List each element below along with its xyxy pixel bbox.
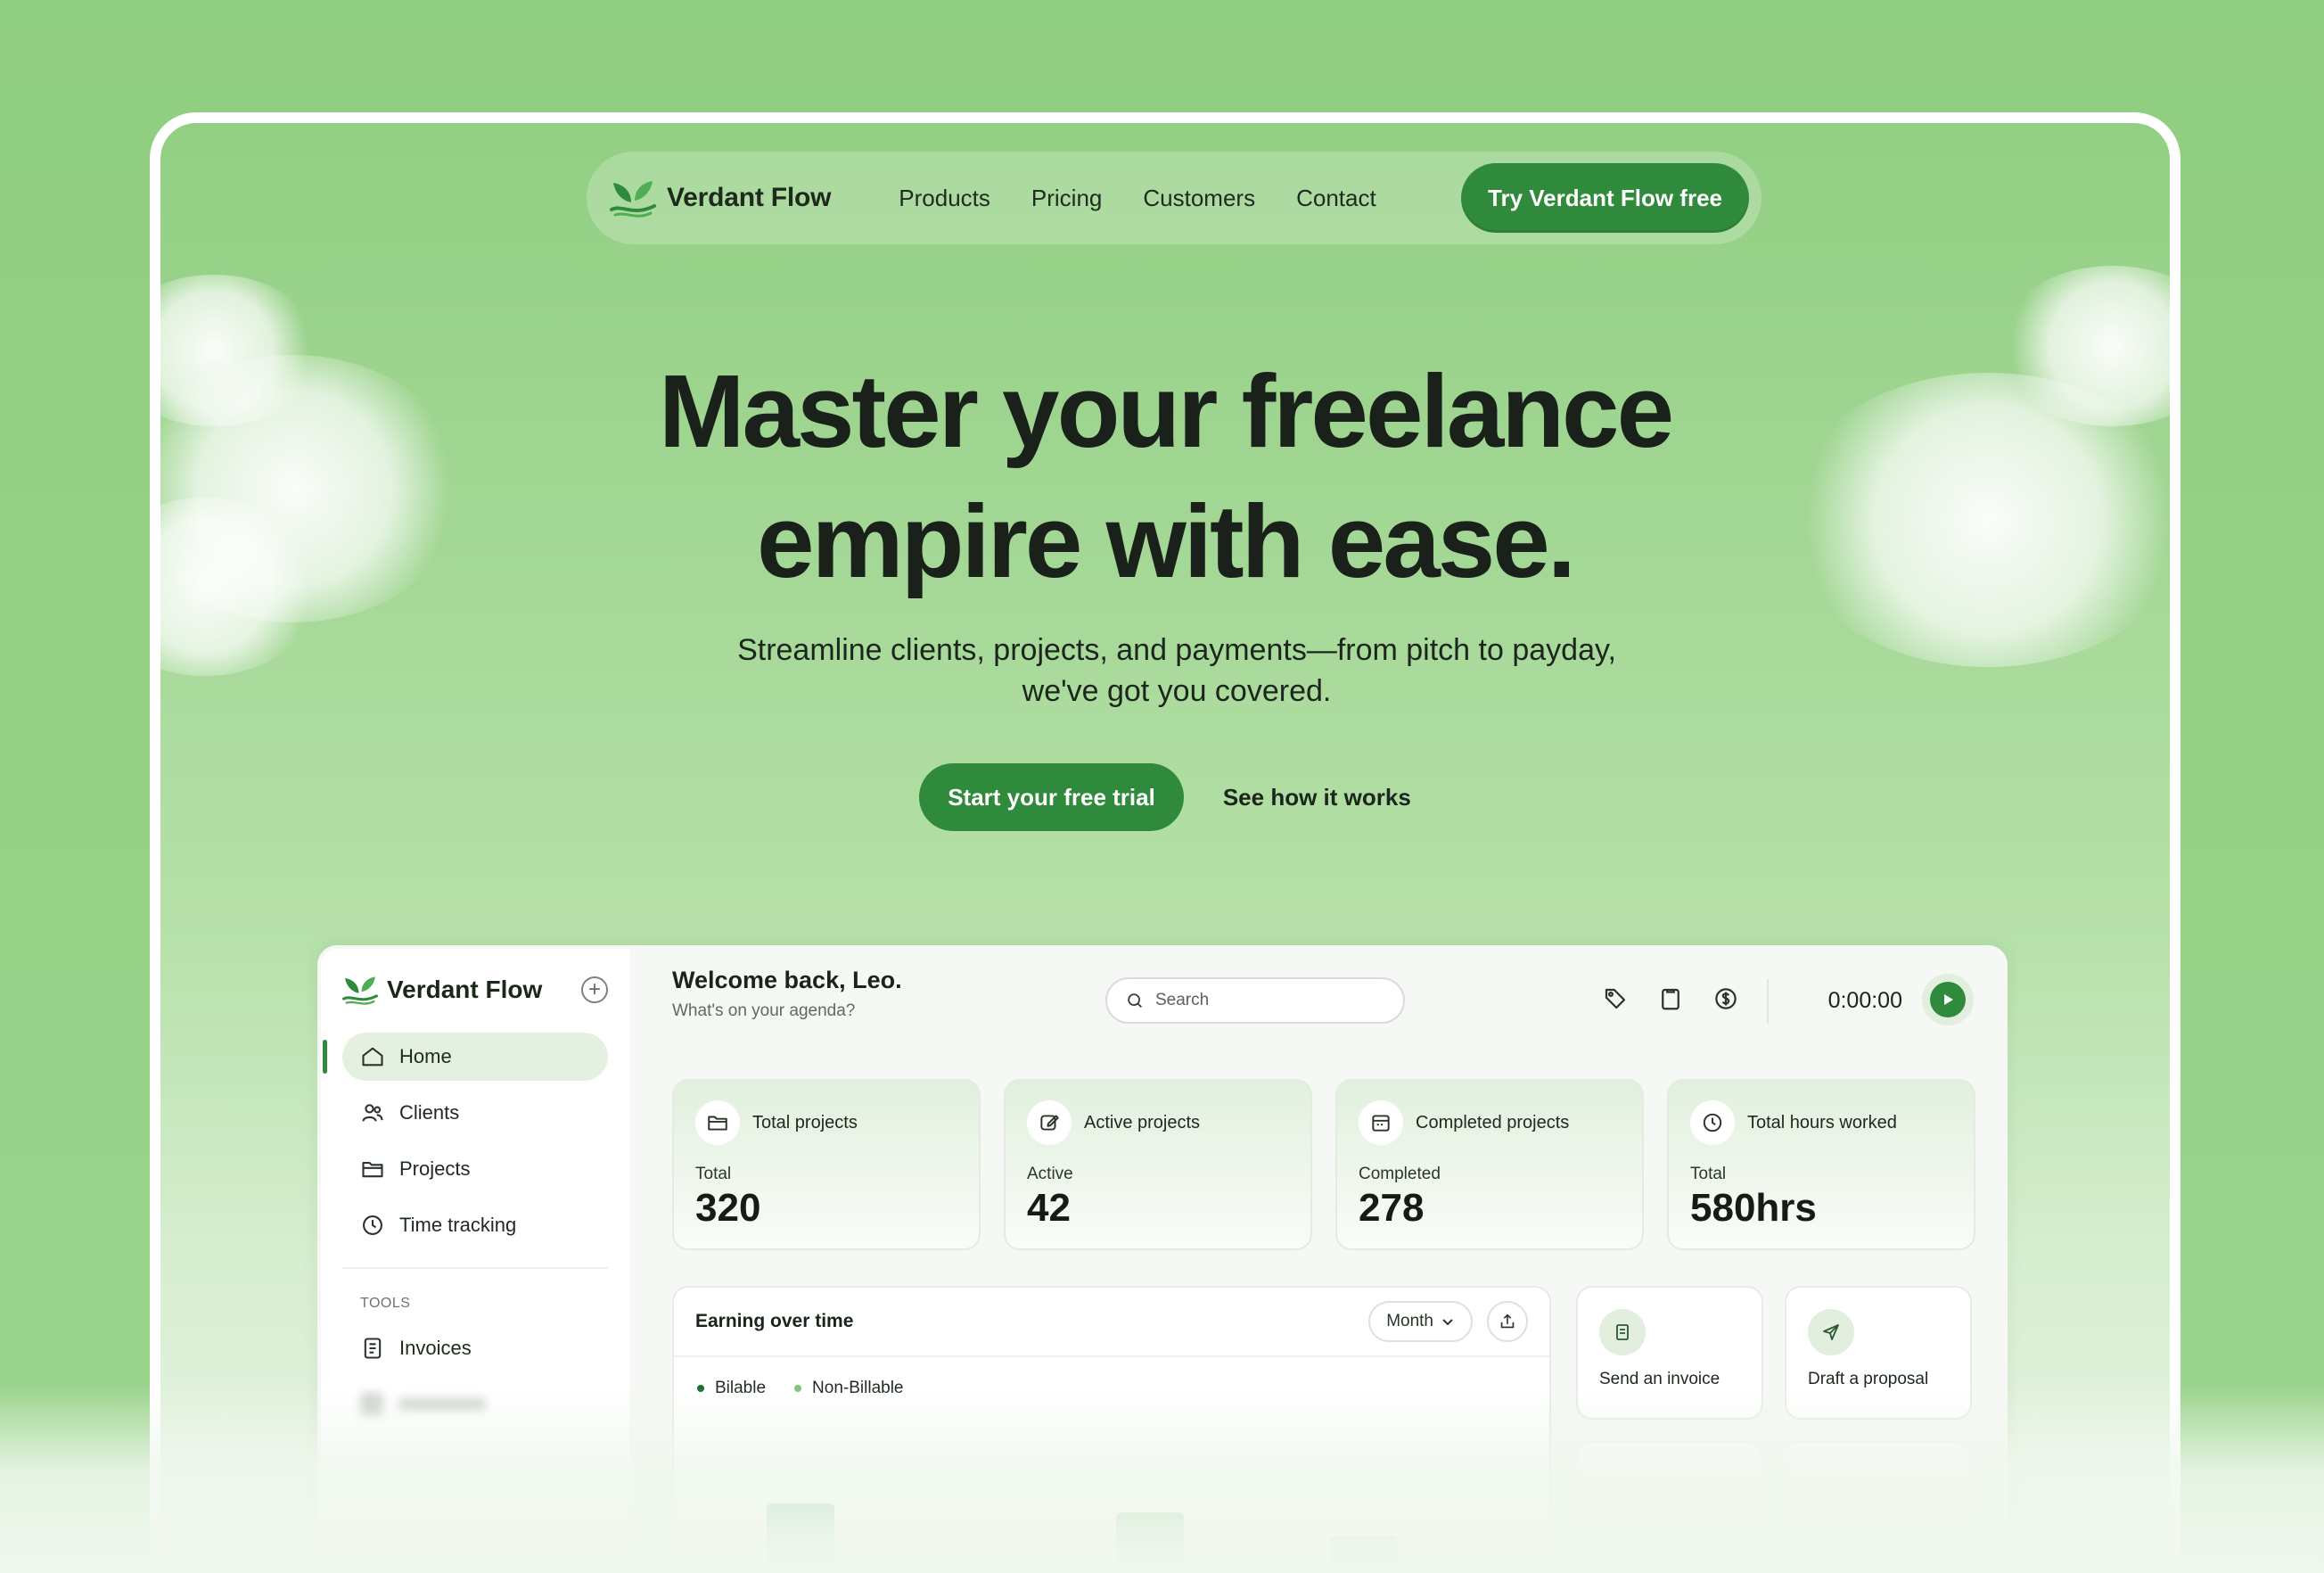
nav-links: Products Pricing Customers Contact bbox=[899, 185, 1376, 212]
sidebar-item-clients[interactable]: Clients bbox=[342, 1089, 608, 1137]
search-placeholder: Search bbox=[1155, 991, 1210, 1009]
try-free-button[interactable]: Try Verdant Flow free bbox=[1461, 163, 1749, 233]
hero-subtitle-line-2: we've got you covered. bbox=[1022, 674, 1332, 708]
hero-subtitle-line-1: Streamline clients, projects, and paymen… bbox=[737, 633, 1616, 667]
hero-subtitle: Streamline clients, projects, and paymen… bbox=[660, 630, 1694, 712]
invoice-icon bbox=[364, 1338, 382, 1359]
leaf-logo-icon bbox=[610, 181, 656, 218]
sidebar-item-invoices[interactable]: Invoices bbox=[342, 1324, 608, 1372]
calendar-icon bbox=[1359, 1100, 1403, 1145]
sidebar-item-label: Projects bbox=[399, 1157, 471, 1180]
sidebar-menu: Home Clients Projects Time tracking bbox=[323, 1033, 608, 1249]
hero-title: Master your freelance empire with ease. bbox=[160, 346, 2170, 606]
stat-title: Total projects bbox=[752, 1112, 858, 1132]
stat-label: Total bbox=[1690, 1165, 1727, 1183]
nav-link-contact[interactable]: Contact bbox=[1296, 185, 1376, 212]
chevron-down-icon bbox=[1442, 1319, 1453, 1326]
stat-title: Total hours worked bbox=[1747, 1112, 1897, 1132]
brand-name: Verdant Flow bbox=[667, 183, 832, 212]
play-icon bbox=[1930, 982, 1966, 1017]
sidebar-item-home[interactable]: Home bbox=[323, 1033, 608, 1081]
stat-label: Total bbox=[695, 1165, 732, 1183]
nav-link-customers[interactable]: Customers bbox=[1143, 185, 1255, 212]
stat-card-total-hours[interactable]: Total hours worked Total 580hrs bbox=[1667, 1079, 1975, 1250]
send-icon bbox=[1808, 1309, 1854, 1355]
see-how-it-works-link[interactable]: See how it works bbox=[1223, 784, 1411, 811]
upload-icon bbox=[1500, 1314, 1515, 1329]
sidebar-item-time-tracking[interactable]: Time tracking bbox=[342, 1201, 608, 1249]
users-icon bbox=[362, 1104, 383, 1122]
sidebar-item-label: Clients bbox=[399, 1101, 460, 1124]
stat-card-total-projects[interactable]: Total projects Total 320 bbox=[672, 1079, 981, 1250]
stat-card-header: Total hours worked bbox=[1690, 1100, 1952, 1145]
hero-title-line-2: empire with ease. bbox=[756, 483, 1576, 599]
stat-value: 42 bbox=[1027, 1186, 1071, 1230]
search-input[interactable]: Search bbox=[1105, 977, 1405, 1024]
sidebar-item-label: Invoices bbox=[399, 1337, 472, 1359]
stat-label: Completed bbox=[1359, 1165, 1441, 1183]
chart-title: Earning over time bbox=[695, 1311, 854, 1331]
stat-card-completed-projects[interactable]: Completed projects Completed 278 bbox=[1335, 1079, 1644, 1250]
stat-card-header: Total projects bbox=[695, 1100, 957, 1145]
header-separator bbox=[1767, 979, 1769, 1024]
folder-icon bbox=[362, 1161, 383, 1178]
stats-row: Total projects Total 320 Active projects… bbox=[672, 1079, 1975, 1250]
sidebar-divider bbox=[342, 1267, 608, 1269]
stat-value: 278 bbox=[1359, 1186, 1425, 1230]
export-button[interactable] bbox=[1487, 1301, 1528, 1342]
hero-actions: Start your free trial See how it works bbox=[160, 763, 2170, 831]
period-dropdown[interactable]: Month bbox=[1368, 1301, 1473, 1342]
browser-frame: Verdant Flow Products Pricing Customers … bbox=[150, 112, 2180, 1573]
stat-value: 580hrs bbox=[1690, 1186, 1817, 1230]
leaf-logo-icon bbox=[342, 976, 378, 1005]
hero-title-line-1: Master your freelance bbox=[658, 353, 1674, 469]
bottom-fade-overlay bbox=[0, 1386, 2324, 1573]
search-icon bbox=[1128, 993, 1142, 1008]
stat-value: 320 bbox=[695, 1186, 761, 1230]
stat-card-header: Active projects bbox=[1027, 1100, 1289, 1145]
stat-card-active-projects[interactable]: Active projects Active 42 bbox=[1004, 1079, 1312, 1250]
stat-title: Completed projects bbox=[1416, 1112, 1570, 1132]
page-canvas: Verdant Flow Products Pricing Customers … bbox=[0, 0, 2324, 1573]
start-trial-button[interactable]: Start your free trial bbox=[919, 763, 1184, 831]
nav-link-products[interactable]: Products bbox=[899, 185, 990, 212]
home-icon bbox=[362, 1047, 383, 1067]
sidebar-brand: Verdant Flow bbox=[387, 976, 543, 1003]
brand-logo[interactable]: Verdant Flow bbox=[610, 177, 831, 218]
sidebar-item-label: Time tracking bbox=[399, 1214, 517, 1236]
sidebar-item-projects[interactable]: Projects bbox=[342, 1145, 608, 1193]
stat-card-header: Completed projects bbox=[1359, 1100, 1621, 1145]
play-timer-button[interactable] bbox=[1922, 974, 1974, 1025]
timer-display: 0:00:00 bbox=[1827, 988, 1902, 1013]
stat-label: Active bbox=[1027, 1165, 1073, 1183]
sidebar-section-tools: TOOLS bbox=[360, 1296, 411, 1311]
invoice-icon bbox=[1599, 1309, 1646, 1355]
folder-icon bbox=[695, 1100, 740, 1145]
nav-link-pricing[interactable]: Pricing bbox=[1031, 185, 1102, 212]
clock-icon bbox=[363, 1215, 382, 1235]
sidebar-item-label: Home bbox=[399, 1045, 452, 1067]
period-value: Month bbox=[1386, 1312, 1433, 1330]
dollar-icon[interactable] bbox=[1710, 983, 1742, 1015]
clipboard-icon[interactable] bbox=[1655, 983, 1687, 1015]
chart-header: Earning over time Month bbox=[674, 1288, 1549, 1357]
dashboard-header: Welcome back, Leo. What's on your agenda… bbox=[672, 967, 1974, 1038]
edit-icon bbox=[1027, 1100, 1072, 1145]
tag-icon[interactable] bbox=[1599, 983, 1631, 1015]
plus-icon[interactable]: + bbox=[581, 976, 608, 1003]
stat-title: Active projects bbox=[1084, 1112, 1201, 1132]
sidebar-header: Verdant Flow + bbox=[342, 974, 608, 1006]
clock-icon bbox=[1690, 1100, 1735, 1145]
top-navigation: Verdant Flow Products Pricing Customers … bbox=[587, 152, 1761, 244]
header-icons bbox=[1599, 983, 1742, 1015]
